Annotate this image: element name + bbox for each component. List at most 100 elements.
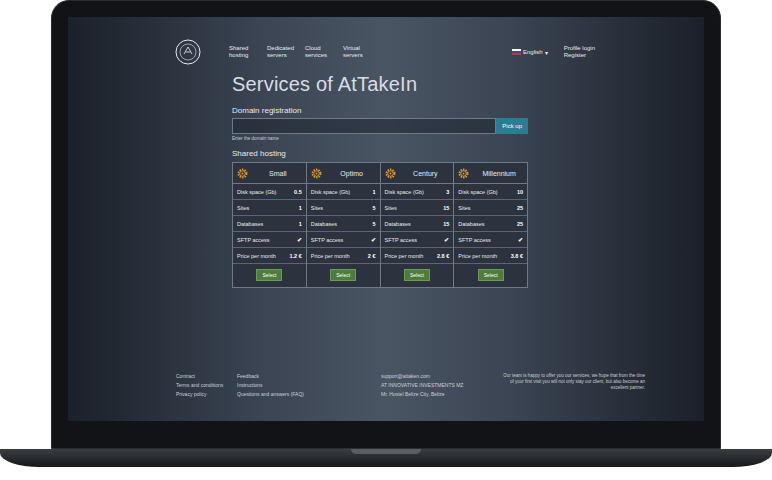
footer-link[interactable]: Terms and conditions — [176, 382, 237, 388]
row-label: Disk space (Gb) — [311, 189, 350, 195]
footer-column: Contract Terms and conditions Privacy poli… — [176, 373, 237, 397]
plan-name: Optimo — [328, 170, 376, 177]
account-links: Profile loginRegister — [564, 45, 595, 59]
row-value: 0.5 — [294, 189, 302, 195]
plan-row: Disk space (Gb) 10 — [454, 184, 527, 200]
row-value: ✔ — [371, 237, 376, 243]
plan-name: Small — [254, 170, 302, 177]
row-label: Price per month — [237, 253, 276, 259]
row-label: Sites — [237, 205, 249, 211]
base-notch — [351, 449, 421, 454]
row-label: Sites — [311, 205, 323, 211]
row-label: Databases — [237, 221, 263, 227]
nav-item[interactable]: Virtual servers — [343, 45, 371, 59]
plan-row: Price per month2.8 € — [381, 248, 454, 264]
footer-link[interactable]: Instructions — [237, 382, 381, 388]
row-value: 1 — [372, 189, 375, 195]
row-value: 1 — [299, 205, 302, 211]
plan-row: Price per month3.8 € — [454, 248, 527, 264]
plan-card: OptimoDisk space (Gb)1Sites5Databases5SF… — [307, 163, 380, 287]
language-selector[interactable]: English▾ — [512, 49, 548, 56]
plans-grid: SmallDisk space (Gb)0.5Sites1Databases1S… — [232, 162, 528, 288]
row-label: Disk space (Gb) — [458, 189, 497, 195]
domain-input[interactable] — [232, 118, 496, 134]
gear-icon — [458, 168, 469, 179]
row-value: 25 — [517, 221, 523, 227]
row-label: SFTP access — [237, 237, 270, 243]
row-value: 3 — [446, 189, 449, 195]
plan-row: Sites25 — [454, 200, 527, 216]
site-header: Shared hosting Dedicated servers Cloud ser… — [175, 39, 595, 65]
row-value: 2 € — [368, 253, 376, 259]
row-value: 1 — [299, 221, 302, 227]
row-value: 15 — [443, 221, 449, 227]
footer-note: Our team is happy to offer you our servi… — [500, 373, 645, 391]
account-link[interactable]: Register — [564, 52, 595, 59]
row-value: ✔ — [518, 237, 523, 243]
footer-link[interactable]: Questions and answers (FAQ) — [237, 391, 381, 397]
footer-contact: support@attaken.comAT INNOVATIVE INVESTM… — [381, 373, 500, 397]
nav-item[interactable]: Dedicated servers — [267, 45, 295, 59]
row-label: SFTP access — [458, 237, 491, 243]
mockup-stage: Shared hosting Dedicated servers Cloud ser… — [0, 0, 772, 480]
row-label: Price per month — [311, 253, 350, 259]
row-value: 15 — [443, 205, 449, 211]
website-screen: Shared hosting Dedicated servers Cloud ser… — [68, 17, 704, 421]
row-label: Sites — [458, 205, 470, 211]
pick-up-button[interactable]: Pick up — [496, 118, 528, 134]
plan-footer: Select — [381, 264, 454, 287]
select-button[interactable]: Select — [478, 269, 504, 281]
footer-link[interactable]: Feedback — [237, 373, 381, 379]
account-link[interactable]: Profile login — [564, 45, 595, 52]
plan-footer: Select — [233, 264, 306, 287]
laptop-base — [0, 449, 772, 467]
row-label: SFTP access — [311, 237, 344, 243]
hosting-title: Shared hosting — [232, 149, 528, 158]
flag-icon — [512, 49, 521, 55]
plan-row: Databases5 — [307, 216, 380, 232]
plan-row: Disk space (Gb)0.5 — [233, 184, 306, 200]
row-value: 10 — [517, 189, 523, 195]
plan-row: Databases 1 — [233, 216, 306, 232]
plan-row: Disk space (Gb) 3 — [381, 184, 454, 200]
plan-name: Century — [402, 170, 450, 177]
plan-row: Price per month 2 € — [307, 248, 380, 264]
row-value: 1.2 € — [290, 253, 302, 259]
contact-line: Mr. Hostel Belize City, Belize — [381, 391, 500, 397]
plan-header: Millennium — [454, 163, 527, 184]
row-label: Disk space (Gb) — [385, 189, 424, 195]
nav-item[interactable]: Cloud services — [305, 45, 333, 59]
select-button[interactable]: Select — [330, 269, 356, 281]
row-label: Price per month — [458, 253, 497, 259]
footer-link[interactable]: Contract — [176, 373, 237, 379]
row-label: Databases — [385, 221, 411, 227]
logo-icon[interactable] — [175, 39, 201, 65]
gear-icon — [311, 168, 322, 179]
plan-row: Databases25 — [454, 216, 527, 232]
domain-hint: Enter the domain name — [232, 136, 528, 141]
site-footer: Contract Terms and conditions Privacy poli… — [68, 373, 704, 397]
main-nav: Shared hosting Dedicated servers Cloud ser… — [229, 45, 371, 59]
footer-link[interactable]: Privacy policy — [176, 391, 237, 397]
select-button[interactable]: Select — [404, 269, 430, 281]
plan-header: Small — [233, 163, 306, 184]
plan-footer: Select — [454, 264, 527, 287]
plan-header: Optimo — [307, 163, 380, 184]
plan-card: MillenniumDisk space (Gb)10Sites25Databa… — [454, 163, 527, 287]
row-value: 2.8 € — [437, 253, 449, 259]
gear-icon — [237, 168, 248, 179]
domain-form: Pick up — [232, 118, 528, 134]
contact-line: support@attaken.com — [381, 373, 500, 379]
plan-row: Sites 1 — [233, 200, 306, 216]
gear-icon — [385, 168, 396, 179]
page-title: Services of AtTakeIn — [232, 73, 528, 96]
plan-row: SFTP access✔ — [381, 232, 454, 248]
nav-item[interactable]: Shared hosting — [229, 45, 257, 59]
row-value: 5 — [372, 205, 375, 211]
plan-row: Price per month 1.2 € — [233, 248, 306, 264]
row-value: ✔ — [297, 237, 302, 243]
select-button[interactable]: Select — [256, 269, 282, 281]
row-value: 5 — [372, 221, 375, 227]
plan-row: Databases 15 — [381, 216, 454, 232]
plan-row: Sites 5 — [307, 200, 380, 216]
